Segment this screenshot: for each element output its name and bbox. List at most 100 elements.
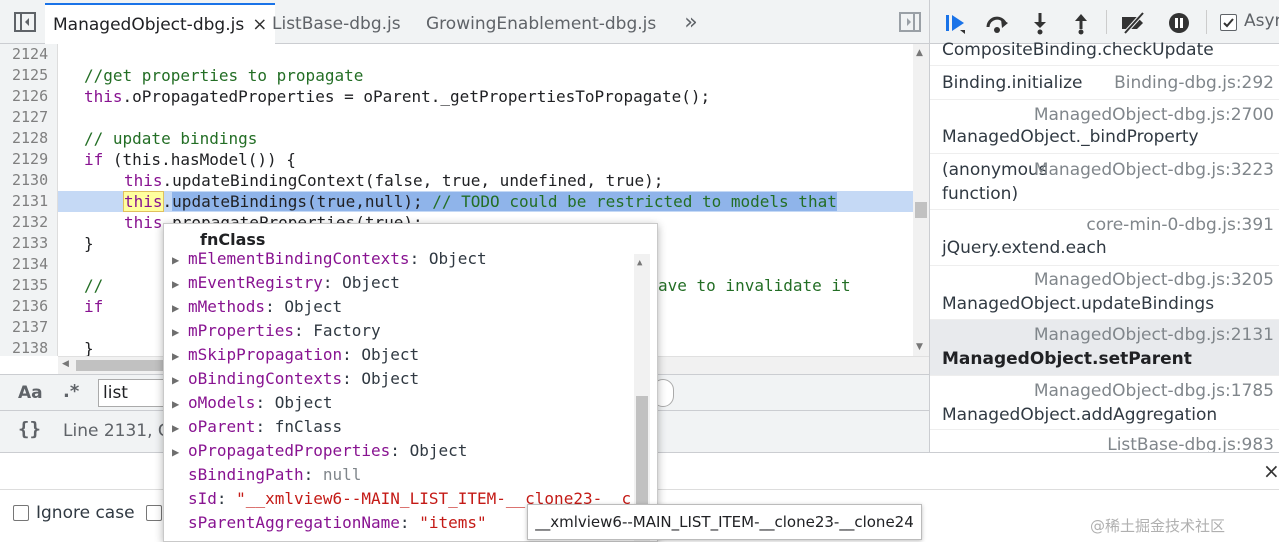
property-row[interactable]: ▶ oParent: fnClass <box>172 417 342 436</box>
code-vertical-scrollbar[interactable]: ▲ ▼ <box>913 44 929 356</box>
line-number[interactable]: 2125 <box>12 66 54 84</box>
call-frame[interactable]: CompositeBinding.checkUpdate <box>930 36 1279 66</box>
property-row[interactable]: ▶ mProperties: Factory <box>172 321 381 340</box>
step-into-icon[interactable] <box>1025 8 1055 38</box>
popover-scrollbar[interactable]: ▲ <box>634 254 650 541</box>
toggle-navigator-icon[interactable] <box>10 8 40 36</box>
line-number[interactable]: 2134 <box>12 255 54 273</box>
property-name: mSkipPropagation <box>188 345 343 364</box>
toggle-debugger-sidebar-icon[interactable] <box>895 8 925 36</box>
code-line[interactable]: if (this.hasModel()) { <box>84 150 296 169</box>
property-value: Object <box>274 393 333 412</box>
regex-button[interactable]: .* <box>63 381 79 402</box>
expand-triangle-icon[interactable]: ▶ <box>172 445 188 459</box>
expand-triangle-icon[interactable]: ▶ <box>172 421 188 435</box>
property-value: null <box>322 465 362 484</box>
call-frame[interactable]: ListBase-dbg.js:983 <box>930 430 1279 452</box>
line-number[interactable]: 2138 <box>12 339 54 356</box>
tab-overflow-icon[interactable]: » <box>676 8 706 36</box>
scroll-up-icon[interactable]: ▲ <box>637 258 642 268</box>
scroll-left-icon[interactable]: ◀ <box>62 359 69 369</box>
line-number[interactable]: 2128 <box>12 129 54 147</box>
line-number[interactable]: 2133 <box>12 234 54 252</box>
scroll-down-icon[interactable]: ▼ <box>916 342 923 352</box>
property-row[interactable]: ▶ mMethods: Object <box>172 297 342 316</box>
line-number[interactable]: 2129 <box>12 150 54 168</box>
line-number[interactable]: 2130 <box>12 171 54 189</box>
line-number[interactable]: 2135 <box>12 276 54 294</box>
call-frame-location[interactable]: ManagedObject-dbg.js:3205 <box>1034 270 1274 290</box>
code-line[interactable]: this.oPropagatedProperties = oParent._ge… <box>84 87 710 106</box>
call-frame[interactable]: ManagedObject.updateBindings ManagedObjec… <box>930 266 1279 320</box>
expand-triangle-icon[interactable]: ▶ <box>172 373 188 387</box>
regex-checkbox[interactable] <box>146 505 162 521</box>
code-keyword: if <box>84 297 104 316</box>
scroll-thumb[interactable] <box>915 202 927 218</box>
code-token[interactable]: updateBindings(true,null); <box>172 192 422 211</box>
ignore-case-label: Ignore case <box>36 503 135 523</box>
expand-triangle-icon[interactable]: ▶ <box>172 397 188 411</box>
async-checkbox[interactable] <box>1220 14 1237 31</box>
call-frame[interactable]: ManagedObject.addAggregation ManagedObjec… <box>930 376 1279 430</box>
line-number[interactable]: 2132 <box>12 213 54 231</box>
code-line[interactable]: this.updateBindingContext(false, true, u… <box>124 171 663 190</box>
code-keyword: if <box>84 150 104 169</box>
call-frame[interactable]: ManagedObject.setParent ManagedObject-dbg… <box>930 320 1279 376</box>
line-number[interactable]: 2126 <box>12 87 54 105</box>
line-number-gutter[interactable]: 2124 2125 2126 2127 2128 2129 2130 2131 2132 2133… <box>0 44 58 356</box>
property-row[interactable]: ▶ oBindingContexts: Object <box>172 369 419 388</box>
expand-triangle-icon[interactable]: ▶ <box>172 325 188 339</box>
property-separator: : <box>342 345 362 364</box>
property-row[interactable]: ▶ mElementBindingContexts: Object <box>172 249 487 268</box>
code-token[interactable]: this <box>123 191 164 212</box>
property-row[interactable]: ▶ mEventRegistry: Object <box>172 273 400 292</box>
expand-triangle-icon[interactable]: ▶ <box>172 349 188 363</box>
property-row[interactable]: ▶ mSkipPropagation: Object <box>172 345 419 364</box>
close-drawer-icon[interactable]: × <box>1263 459 1279 483</box>
resume-icon[interactable] <box>940 8 970 38</box>
call-frame-location[interactable]: Binding-dbg.js:292 <box>1114 73 1274 93</box>
call-frame-location[interactable]: ManagedObject-dbg.js:3223 <box>1034 160 1274 180</box>
line-number[interactable]: 2124 <box>12 45 54 63</box>
property-row[interactable]: ▶ oPropagatedProperties: Object <box>172 441 467 460</box>
match-case-button[interactable]: Aa <box>18 383 43 403</box>
call-frame[interactable]: jQuery.extend.each core-min-0-dbg.js:391 <box>930 210 1279 266</box>
step-over-icon[interactable] <box>982 8 1012 38</box>
code-line[interactable]: //get properties to propagate <box>84 66 363 85</box>
call-frame-location[interactable]: ManagedObject-dbg.js:2700 <box>1034 105 1274 125</box>
pretty-print-icon[interactable]: {} <box>18 418 41 440</box>
step-out-icon[interactable] <box>1066 8 1096 38</box>
code-line[interactable]: // update bindings <box>84 129 257 148</box>
ignore-case-checkbox[interactable] <box>13 505 29 521</box>
tab-managedobject[interactable]: ManagedObject-dbg.js × <box>45 3 276 44</box>
deactivate-breakpoints-icon[interactable] <box>1117 8 1151 38</box>
expand-triangle-icon[interactable]: ▶ <box>172 253 188 267</box>
expand-triangle-icon[interactable]: ▶ <box>172 301 188 315</box>
tab-growingenablement[interactable]: GrowingEnablement-dbg.js <box>418 4 664 44</box>
code-line[interactable]: } <box>84 339 94 356</box>
line-number[interactable]: 2137 <box>12 318 54 336</box>
call-frame-location[interactable]: ManagedObject-dbg.js:2131 <box>1034 325 1274 345</box>
expand-triangle-icon[interactable]: ▶ <box>172 277 188 291</box>
call-frame[interactable]: (anonymous function) ManagedObject-dbg.js:… <box>930 154 1279 210</box>
call-frame[interactable]: Binding.initialize Binding-dbg.js:292 <box>930 66 1279 100</box>
line-number[interactable]: 2136 <box>12 297 54 315</box>
call-frame-location[interactable]: core-min-0-dbg.js:391 <box>1086 215 1274 235</box>
code-line[interactable]: if <box>84 297 103 316</box>
property-separator: : <box>255 417 275 436</box>
pause-on-exceptions-icon[interactable] <box>1164 8 1194 38</box>
line-number[interactable]: 2127 <box>12 108 54 126</box>
scroll-thumb[interactable] <box>76 360 166 371</box>
code-line[interactable]: // ave to invalidate it <box>84 276 851 295</box>
call-frame[interactable]: ManagedObject._bindProperty ManagedObject… <box>930 100 1279 154</box>
scroll-up-icon[interactable]: ▲ <box>916 48 923 58</box>
line-number[interactable]: 2131 <box>12 192 54 210</box>
search-input[interactable] <box>98 379 168 407</box>
code-line[interactable]: } <box>84 234 94 253</box>
property-row[interactable]: ▶ oModels: Object <box>172 393 333 412</box>
tab-listbase[interactable]: ListBase-dbg.js <box>264 4 409 44</box>
property-value: Object <box>342 273 400 292</box>
call-frame-location[interactable]: ListBase-dbg.js:983 <box>1107 435 1274 452</box>
code-line[interactable]: this.updateBindings(true,null); // TODO … <box>123 191 837 212</box>
call-frame-location[interactable]: ManagedObject-dbg.js:1785 <box>1034 381 1274 401</box>
